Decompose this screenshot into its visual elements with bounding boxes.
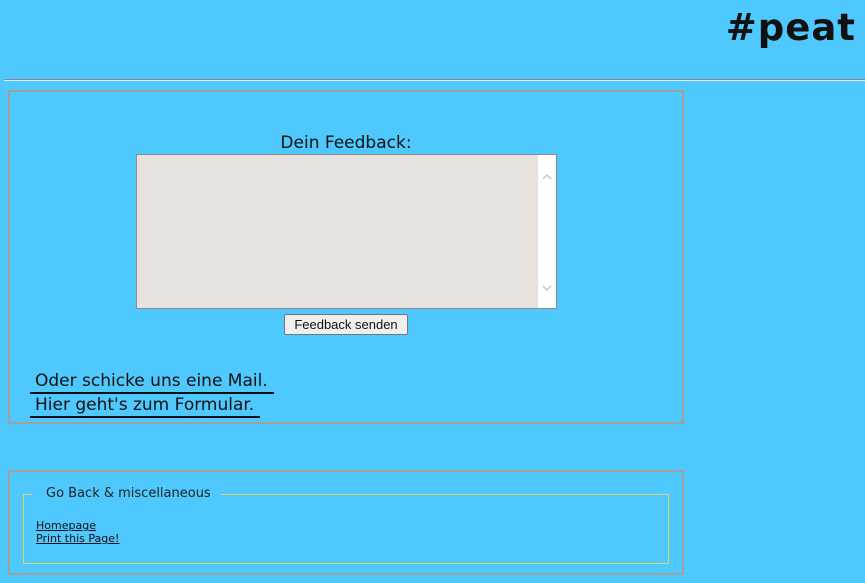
textarea-scrollbar[interactable] (538, 155, 556, 308)
misc-panel: Go Back & miscellaneous Homepage Print t… (8, 470, 684, 575)
site-logo: #peat (725, 6, 856, 49)
misc-fieldset: Go Back & miscellaneous Homepage Print t… (23, 486, 669, 564)
print-page-link[interactable]: Print this Page! (36, 532, 119, 545)
misc-links: Homepage Print this Page! (36, 519, 119, 545)
chevron-down-icon[interactable] (541, 282, 553, 294)
feedback-textarea[interactable] (137, 155, 538, 308)
header-divider (4, 79, 865, 81)
send-feedback-button[interactable]: Feedback senden (284, 314, 408, 335)
mail-link[interactable]: Oder schicke uns eine Mail. (30, 370, 274, 394)
feedback-label: Dein Feedback: (280, 133, 412, 153)
feedback-textarea-container (136, 154, 557, 309)
misc-legend: Go Back & miscellaneous (32, 486, 221, 502)
contact-links: Oder schicke uns eine Mail. Hier geht's … (30, 370, 274, 418)
form-link[interactable]: Hier geht's zum Formular. (30, 394, 261, 418)
chevron-up-icon[interactable] (541, 171, 553, 183)
feedback-panel: Dein Feedback: Feedback senden Oder schi… (8, 90, 684, 424)
homepage-link[interactable]: Homepage (36, 519, 119, 532)
